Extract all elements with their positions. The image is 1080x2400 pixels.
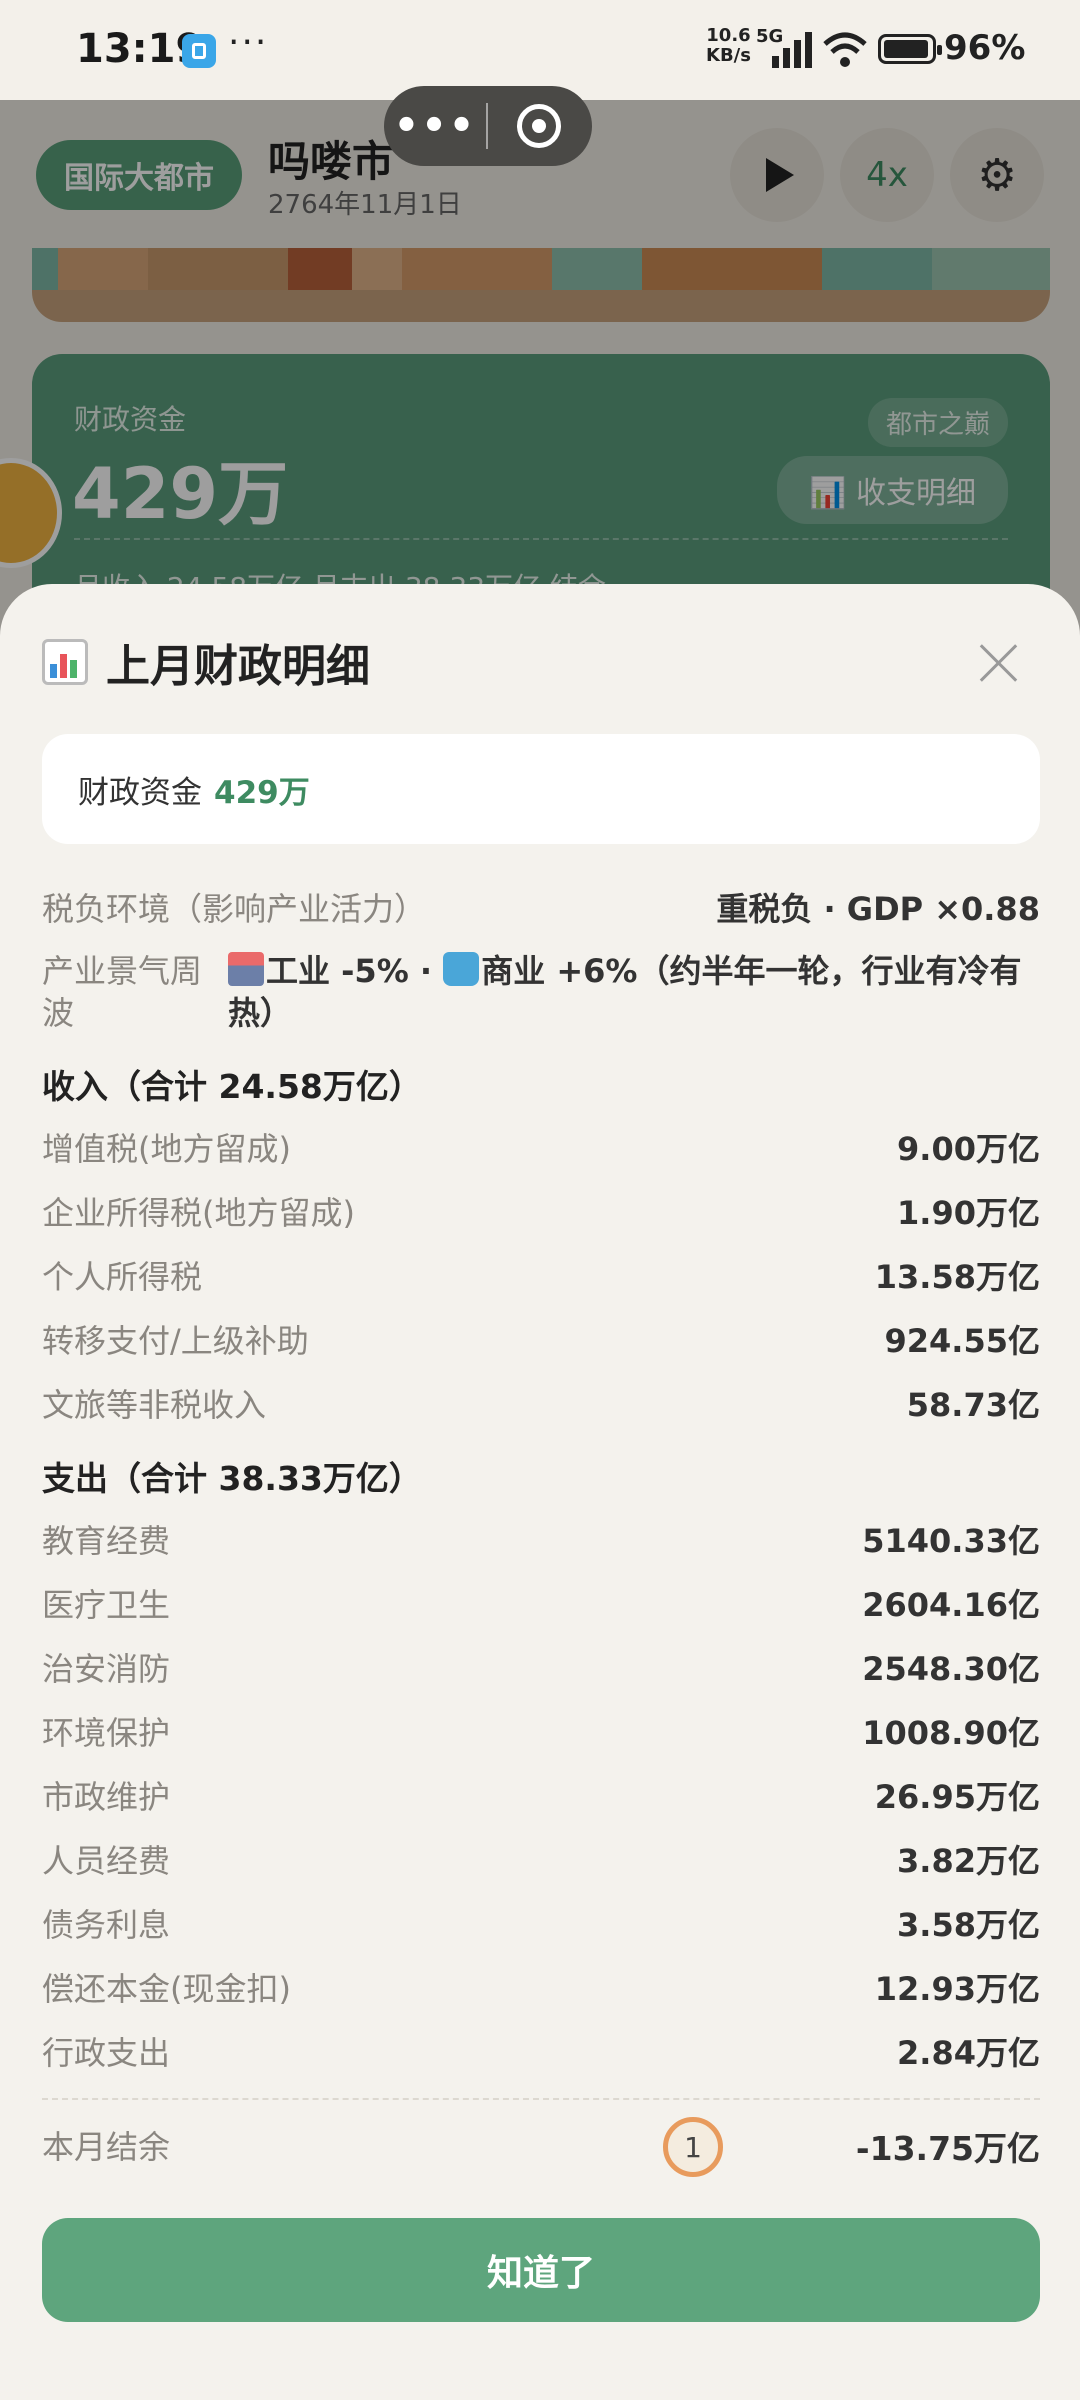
network-speed-unit: KB/s — [706, 45, 751, 66]
tutorial-marker-number: 1 — [663, 2117, 723, 2177]
expense-item: 治安消防 2548.30亿 — [42, 1644, 1040, 1690]
fund-label: 财政资金 — [78, 774, 202, 811]
status-bar: 13:19 ··· 10.6 KB/s 5G 96% — [0, 0, 1080, 100]
income-item-value: 1.90万亿 — [897, 1194, 1040, 1232]
factory-icon — [228, 952, 264, 986]
income-item-label: 转移支付/上级补助 — [42, 1322, 309, 1360]
more-dots-icon[interactable]: ••• — [384, 103, 486, 149]
expense-item: 债务利息 3.58万亿 — [42, 1900, 1040, 1946]
target-close-icon — [517, 104, 561, 148]
income-item: 文旅等非税收入 58.73亿 — [42, 1380, 1040, 1426]
tax-environment-row: 税负环境（影响产业活力） 重税负 · GDP ×0.88 — [42, 884, 1040, 930]
income-item: 转移支付/上级补助 924.55亿 — [42, 1316, 1040, 1362]
finance-detail-sheet: 上月财政明细 财政资金 429万 税负环境（影响产业活力） 重税负 · GDP … — [0, 584, 1080, 2400]
expense-item-label: 治安消防 — [42, 1650, 171, 1688]
balance-label: 本月结余 — [42, 2128, 171, 2166]
sheet-title-text: 上月财政明细 — [106, 641, 370, 692]
sheet-title: 上月财政明细 — [42, 630, 370, 694]
expense-header: 支出（合计 38.33万亿） — [42, 1459, 422, 1498]
network-speed: 10.6 KB/s — [706, 26, 751, 66]
industry-cycle-label: 产业景气周波 — [42, 952, 203, 1032]
income-item: 增值税(地方留成) 9.00万亿 — [42, 1124, 1040, 1170]
expense-item: 行政支出 2.84万亿 — [42, 2028, 1040, 2074]
capsule-close-button[interactable] — [488, 104, 590, 148]
expense-item-label: 环境保护 — [42, 1714, 171, 1752]
fund-value: 429万 — [214, 774, 310, 811]
income-header: 收入（合计 24.58万亿） — [42, 1067, 422, 1106]
signal-icon — [772, 32, 812, 68]
expense-item-label: 债务利息 — [42, 1906, 171, 1944]
industry-cycle-value: 工业 -5% · 商业 +6%（约半年一轮，行业有冷有热） — [228, 950, 1040, 1034]
expense-item-value: 2604.16亿 — [862, 1586, 1040, 1624]
income-item-label: 企业所得税(地方留成) — [42, 1194, 355, 1232]
balance-divider — [42, 2098, 1040, 2100]
expense-item-value: 2548.30亿 — [862, 1650, 1040, 1688]
close-icon[interactable] — [978, 642, 1020, 684]
expense-item: 医疗卫生 2604.16亿 — [42, 1580, 1040, 1626]
expense-item-value: 5140.33亿 — [862, 1522, 1040, 1560]
expense-item-value: 2.84万亿 — [897, 2034, 1040, 2072]
expense-item-value: 3.58万亿 — [897, 1906, 1040, 1944]
expense-item-label: 行政支出 — [42, 2034, 171, 2072]
income-item-label: 个人所得税 — [42, 1258, 203, 1296]
expense-item-value: 1008.90亿 — [862, 1714, 1040, 1752]
tutorial-marker-icon[interactable]: 1 — [660, 2114, 726, 2180]
expense-item: 人员经费 3.82万亿 — [42, 1836, 1040, 1882]
balance-value: -13.75万亿 — [855, 2129, 1040, 2168]
income-item-value: 58.73亿 — [906, 1386, 1040, 1424]
income-item-label: 增值税(地方留成) — [42, 1130, 291, 1168]
income-item: 个人所得税 13.58万亿 — [42, 1252, 1040, 1298]
expense-item: 环境保护 1008.90亿 — [42, 1708, 1040, 1754]
income-item-value: 9.00万亿 — [897, 1130, 1040, 1168]
expense-item: 市政维护 26.95万亿 — [42, 1772, 1040, 1818]
expense-item-value: 12.93万亿 — [874, 1970, 1040, 2008]
battery-percent: 96% — [944, 28, 1026, 68]
battery-icon — [878, 34, 942, 64]
shopping-bag-icon — [443, 952, 480, 986]
expense-item-value: 26.95万亿 — [874, 1778, 1040, 1816]
income-item-value: 13.58万亿 — [874, 1258, 1040, 1296]
expense-item-label: 市政维护 — [42, 1778, 171, 1816]
income-item-label: 文旅等非税收入 — [42, 1386, 267, 1424]
tax-environment-label: 税负环境（影响产业活力） — [42, 890, 427, 928]
income-item: 企业所得税(地方留成) 1.90万亿 — [42, 1188, 1040, 1234]
expense-item-label: 偿还本金(现金扣) — [42, 1970, 291, 2008]
more-notifications-icon: ··· — [228, 22, 269, 63]
wifi-icon — [823, 32, 867, 67]
network-speed-value: 10.6 — [706, 25, 751, 46]
miniprogram-capsule: ••• — [384, 86, 592, 166]
expense-item-label: 医疗卫生 — [42, 1586, 171, 1624]
expense-item-value: 3.82万亿 — [897, 1842, 1040, 1880]
bar-chart-icon — [42, 639, 88, 685]
lock-app-icon — [182, 34, 216, 68]
industry-cycle-industry: 工业 -5% · — [266, 952, 444, 990]
income-item-value: 924.55亿 — [884, 1322, 1041, 1360]
fund-summary-box: 财政资金 429万 — [42, 734, 1040, 844]
confirm-button[interactable]: 知道了 — [42, 2218, 1040, 2322]
expense-item-label: 教育经费 — [42, 1522, 171, 1560]
expense-item: 教育经费 5140.33亿 — [42, 1516, 1040, 1562]
expense-item-label: 人员经费 — [42, 1842, 171, 1880]
tax-environment-value: 重税负 · GDP ×0.88 — [716, 890, 1040, 928]
expense-item: 偿还本金(现金扣) 12.93万亿 — [42, 1964, 1040, 2010]
